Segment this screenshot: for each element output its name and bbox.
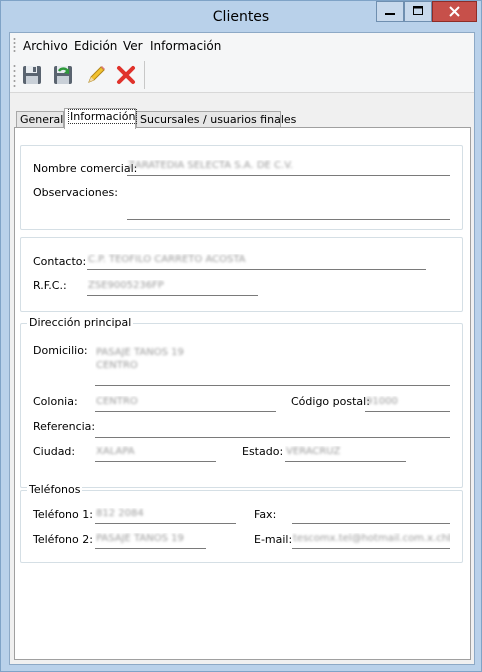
telefono2-label: Teléfono 2: xyxy=(33,533,93,546)
toolbar xyxy=(10,57,474,93)
ciudad-label: Ciudad: xyxy=(33,445,76,458)
menu-informacion[interactable]: Información xyxy=(150,39,221,53)
grip-icon xyxy=(13,38,16,52)
close-button[interactable] xyxy=(432,1,477,22)
colonia-field[interactable]: CENTRO xyxy=(95,396,276,412)
codigo-postal-label: Código postal: xyxy=(291,395,370,408)
address-group: Dirección principal Domicilio: PASAJE TA… xyxy=(20,316,463,488)
maximize-icon xyxy=(413,6,423,15)
save-icon xyxy=(23,66,41,84)
minimize-button[interactable] xyxy=(376,1,404,22)
telefono2-field[interactable]: PASAJE TANOS 19 xyxy=(95,533,206,549)
menu-edicion[interactable]: Edición xyxy=(74,39,117,53)
domicilio-label: Domicilio: xyxy=(33,344,88,357)
observaciones-label: Observaciones: xyxy=(33,186,118,199)
save-refresh-icon xyxy=(54,66,72,84)
client-area: Archivo Edición Ver Información General … xyxy=(9,32,475,665)
referencia-field[interactable] xyxy=(95,422,450,438)
menu-bar: Archivo Edición Ver Información xyxy=(10,33,474,58)
fax-field[interactable] xyxy=(292,508,450,524)
tab-informacion[interactable]: Información xyxy=(64,108,138,129)
contacto-field[interactable]: C.P. TEOFILO CARRETO ACOSTA xyxy=(87,254,426,270)
email-label: E-mail: xyxy=(254,533,293,546)
telefono1-field[interactable]: 812 2084 xyxy=(95,508,236,524)
delete-x-icon xyxy=(117,66,135,84)
phones-legend: Teléfonos xyxy=(27,483,83,496)
nombre-comercial-field[interactable]: ZARATEDIA SELECTA S.A. DE C.V. xyxy=(127,160,450,176)
delete-button[interactable] xyxy=(113,62,139,88)
colonia-label: Colonia: xyxy=(33,395,78,408)
nombre-comercial-label: Nombre comercial: xyxy=(33,162,138,175)
contacto-label: Contacto: xyxy=(33,255,87,268)
edit-pencil-icon xyxy=(88,66,105,83)
maximize-button[interactable] xyxy=(404,1,432,22)
codigo-postal-field[interactable]: 91000 xyxy=(365,396,450,412)
observaciones-field[interactable] xyxy=(127,204,450,220)
telefono1-label: Teléfono 1: xyxy=(33,508,93,521)
menu-archivo[interactable]: Archivo xyxy=(23,39,68,53)
edit-button[interactable] xyxy=(83,62,109,88)
fax-label: Fax: xyxy=(254,508,277,521)
rfc-field[interactable]: ZSE9005236FP xyxy=(87,280,258,296)
estado-field[interactable]: VERACRUZ xyxy=(285,446,406,462)
tab-general[interactable]: General xyxy=(16,111,64,128)
tab-sucursales[interactable]: Sucursales / usuarios finales xyxy=(136,111,296,128)
referencia-label: Referencia: xyxy=(33,420,96,433)
contact-group: Contacto: C.P. TEOFILO CARRETO ACOSTA R.… xyxy=(20,237,463,312)
save-button[interactable] xyxy=(19,62,45,88)
ciudad-field[interactable]: XALAPA xyxy=(95,446,216,462)
phones-group: Teléfonos Teléfono 1: 812 2084 Fax: Telé… xyxy=(20,483,463,563)
close-icon xyxy=(449,6,460,17)
estado-label: Estado: xyxy=(242,445,284,458)
commercial-group: Nombre comercial: ZARATEDIA SELECTA S.A.… xyxy=(20,145,463,230)
address-legend: Dirección principal xyxy=(27,316,134,329)
menu-ver[interactable]: Ver xyxy=(123,39,143,53)
rfc-label: R.F.C.: xyxy=(33,279,67,292)
minimize-icon xyxy=(385,13,395,15)
clientes-window: Clientes Archivo Edición Ver Información xyxy=(0,0,482,672)
domicilio-field[interactable]: PASAJE TANOS 19 CENTRO xyxy=(95,346,450,386)
save-refresh-button[interactable] xyxy=(50,62,76,88)
informacion-panel: Nombre comercial: ZARATEDIA SELECTA S.A.… xyxy=(14,127,471,660)
title-bar[interactable]: Clientes xyxy=(1,1,481,32)
email-field[interactable]: tescomx.tel@hotmail.com.x.chbc xyxy=(292,533,450,549)
toolbar-separator xyxy=(144,61,145,89)
grip-icon xyxy=(13,65,16,87)
